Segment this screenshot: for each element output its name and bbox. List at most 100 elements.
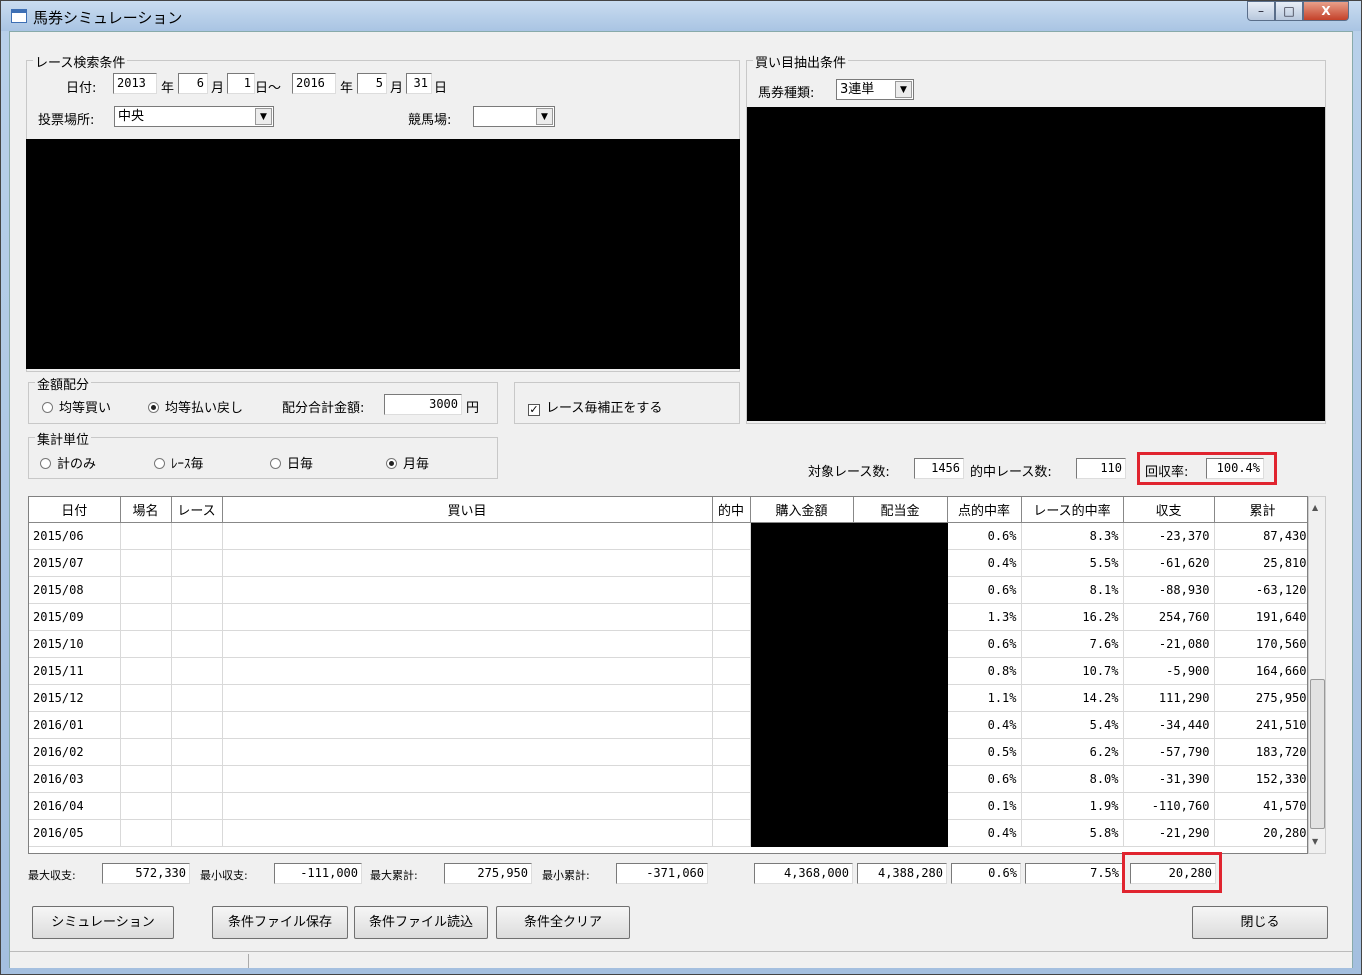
row-date: 2016/02 bbox=[29, 738, 121, 766]
column-header[interactable]: 配当金 bbox=[853, 497, 948, 523]
row-purchase bbox=[750, 819, 854, 847]
column-header[interactable]: 買い目 bbox=[222, 497, 713, 523]
results-table[interactable]: 日付 場名 レース 買い目 的中 購入金額 配当金 点的中率 レース的中率 収支 累計 2015/0… bbox=[28, 496, 1308, 854]
row-hit bbox=[712, 603, 751, 631]
close-button[interactable]: 閉じる bbox=[1192, 906, 1328, 939]
end-year-field[interactable]: 2016 bbox=[292, 73, 336, 94]
row-venue bbox=[120, 738, 172, 766]
venue-select[interactable]: 中央 ▼ bbox=[114, 106, 274, 127]
row-venue bbox=[120, 657, 172, 685]
row-hit bbox=[712, 792, 751, 820]
table-row[interactable]: 2015/09 1.3% 16.2% 254,760 191,640 bbox=[29, 603, 1307, 631]
column-header[interactable]: 日付 bbox=[29, 497, 121, 523]
column-header[interactable]: レース的中率 bbox=[1021, 497, 1124, 523]
radio-per-month[interactable]: 月毎 bbox=[386, 453, 429, 472]
scroll-thumb[interactable] bbox=[1310, 679, 1325, 829]
table-scrollbar[interactable]: ▲ ▼ bbox=[1308, 496, 1326, 854]
table-row[interactable]: 2015/06 0.6% 8.3% -23,370 87,430 bbox=[29, 522, 1307, 550]
column-header[interactable]: 収支 bbox=[1123, 497, 1215, 523]
radio-per-day-label: 日毎 bbox=[287, 457, 314, 472]
row-payout bbox=[853, 792, 948, 820]
total-point-rate-field: 0.6% bbox=[951, 863, 1021, 884]
column-header[interactable]: 的中 bbox=[712, 497, 751, 523]
row-point-rate: 1.3% bbox=[947, 603, 1022, 631]
table-row[interactable]: 2016/05 0.4% 5.8% -21,290 20,280 bbox=[29, 819, 1307, 847]
row-hit bbox=[712, 657, 751, 685]
table-row[interactable]: 2016/02 0.5% 6.2% -57,790 183,720 bbox=[29, 738, 1307, 766]
row-hit bbox=[712, 738, 751, 766]
row-point-rate: 0.4% bbox=[947, 711, 1022, 739]
radio-per-race[interactable]: ﾚｰｽ毎 bbox=[154, 453, 204, 472]
row-hit bbox=[712, 522, 751, 550]
row-race bbox=[171, 603, 223, 631]
track-label: 競馬場: bbox=[408, 113, 452, 128]
table-row[interactable]: 2015/10 0.6% 7.6% -21,080 170,560 bbox=[29, 630, 1307, 658]
row-bet bbox=[222, 549, 713, 577]
column-header[interactable]: 場名 bbox=[120, 497, 172, 523]
start-month-field[interactable]: 6 bbox=[178, 73, 208, 94]
row-balance: 111,290 bbox=[1123, 684, 1215, 712]
column-header[interactable]: 購入金額 bbox=[750, 497, 854, 523]
scroll-up-icon[interactable]: ▲ bbox=[1312, 503, 1318, 512]
maximize-button[interactable]: □ bbox=[1275, 1, 1303, 21]
row-payout bbox=[853, 522, 948, 550]
row-venue bbox=[120, 630, 172, 658]
max-balance-field: 572,330 bbox=[102, 863, 190, 884]
row-race bbox=[171, 549, 223, 577]
scroll-down-icon[interactable]: ▼ bbox=[1312, 837, 1318, 846]
row-point-rate: 0.6% bbox=[947, 522, 1022, 550]
row-bet bbox=[222, 522, 713, 550]
race-correction-checkbox[interactable]: ✓ レース毎補正をする bbox=[528, 397, 662, 416]
end-month-field[interactable]: 5 bbox=[357, 73, 387, 94]
column-header[interactable]: レース bbox=[171, 497, 223, 523]
yen-label: 円 bbox=[466, 401, 480, 416]
row-venue bbox=[120, 819, 172, 847]
radio-per-day[interactable]: 日毎 bbox=[270, 453, 313, 472]
table-row[interactable]: 2015/11 0.8% 10.7% -5,900 164,660 bbox=[29, 657, 1307, 685]
row-date: 2015/12 bbox=[29, 684, 121, 712]
target-races-label: 対象レース数: bbox=[808, 465, 890, 480]
column-header[interactable]: 累計 bbox=[1214, 497, 1307, 523]
start-day-field[interactable]: 1 bbox=[227, 73, 255, 94]
table-row[interactable]: 2016/03 0.6% 8.0% -31,390 152,330 bbox=[29, 765, 1307, 793]
chevron-down-icon: ▼ bbox=[895, 81, 912, 98]
bet-type-select[interactable]: 3連単 ▼ bbox=[836, 79, 914, 100]
status-divider bbox=[248, 954, 249, 968]
minimize-button[interactable]: – bbox=[1247, 1, 1275, 21]
row-purchase bbox=[750, 657, 854, 685]
table-row[interactable]: 2015/08 0.6% 8.1% -88,930 -63,120 bbox=[29, 576, 1307, 604]
total-purchase-field: 4,368,000 bbox=[754, 863, 853, 884]
load-conditions-button[interactable]: 条件ファイル読込 bbox=[354, 906, 488, 939]
row-venue bbox=[120, 522, 172, 550]
total-amount-field[interactable]: 3000 bbox=[384, 394, 462, 415]
simulate-button[interactable]: シミュレーション bbox=[32, 906, 174, 939]
start-year-field[interactable]: 2013 bbox=[113, 73, 157, 94]
table-row[interactable]: 2016/01 0.4% 5.4% -34,440 241,510 bbox=[29, 711, 1307, 739]
table-row[interactable]: 2015/07 0.4% 5.5% -61,620 25,810 bbox=[29, 549, 1307, 577]
radio-equal-payout[interactable]: 均等払い戻し bbox=[148, 397, 243, 416]
radio-total-only[interactable]: 計のみ bbox=[40, 453, 96, 472]
column-header[interactable]: 点的中率 bbox=[947, 497, 1022, 523]
row-purchase bbox=[750, 630, 854, 658]
table-row[interactable]: 2015/12 1.1% 14.2% 111,290 275,950 bbox=[29, 684, 1307, 712]
table-row[interactable]: 2016/04 0.1% 1.9% -110,760 41,570 bbox=[29, 792, 1307, 820]
row-race-rate: 5.4% bbox=[1021, 711, 1124, 739]
radio-total-only-label: 計のみ bbox=[57, 457, 97, 472]
save-conditions-button[interactable]: 条件ファイル保存 bbox=[212, 906, 348, 939]
radio-icon bbox=[40, 458, 51, 469]
row-point-rate: 1.1% bbox=[947, 684, 1022, 712]
track-select[interactable]: ▼ bbox=[473, 106, 555, 127]
row-payout bbox=[853, 819, 948, 847]
status-bar bbox=[10, 951, 1352, 968]
radio-equal-buy[interactable]: 均等買い bbox=[42, 397, 111, 416]
row-purchase bbox=[750, 738, 854, 766]
row-purchase bbox=[750, 684, 854, 712]
clear-conditions-button[interactable]: 条件全クリア bbox=[496, 906, 630, 939]
close-window-button[interactable]: X bbox=[1303, 1, 1349, 21]
redacted-search-panel bbox=[26, 139, 740, 369]
title-bar[interactable]: 馬券シミュレーション – □ X bbox=[1, 1, 1361, 31]
row-race bbox=[171, 684, 223, 712]
end-day-field[interactable]: 31 bbox=[406, 73, 432, 94]
row-race bbox=[171, 657, 223, 685]
row-race bbox=[171, 522, 223, 550]
